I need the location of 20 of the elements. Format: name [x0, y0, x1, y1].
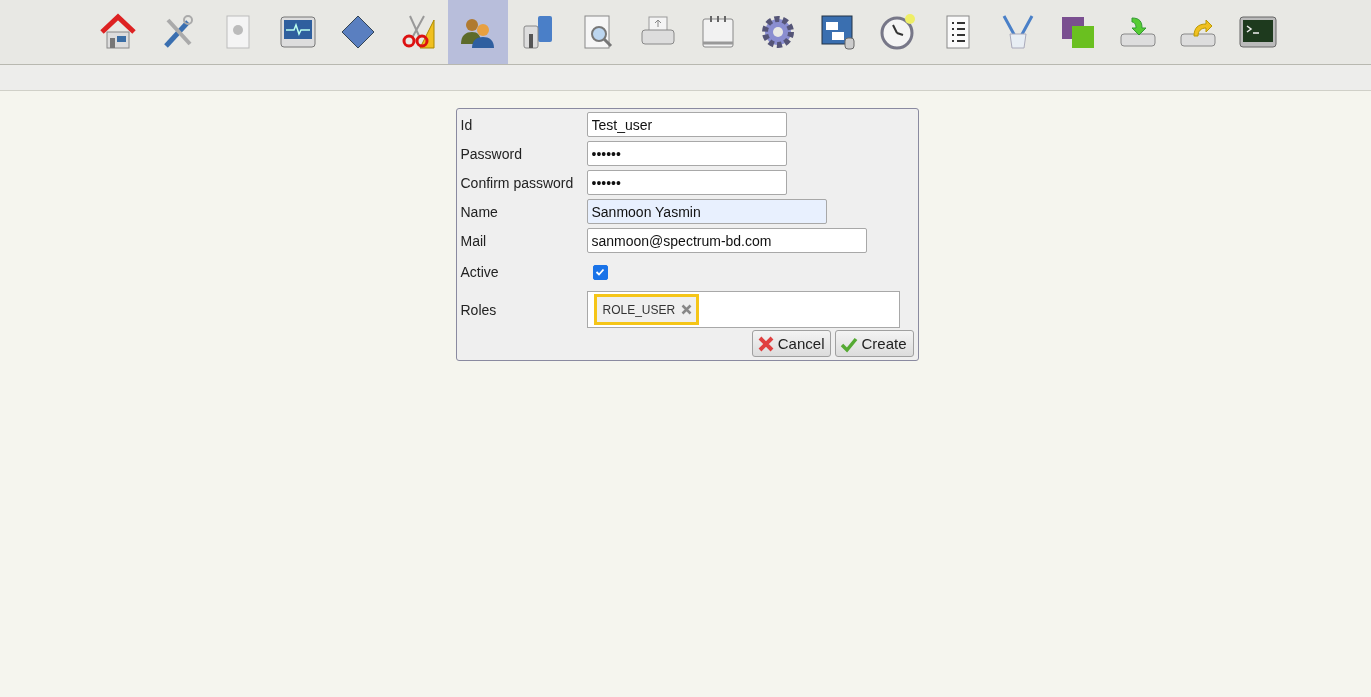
role-tag[interactable]: ROLE_USER — [593, 294, 700, 325]
input-field[interactable]: sanmoon@spectrum-bd.com — [586, 228, 867, 253]
field-label: Roles — [460, 301, 498, 318]
checkbox[interactable] — [592, 264, 608, 280]
input-field[interactable]: Test_user — [586, 112, 787, 137]
field-label: Id — [460, 116, 474, 133]
field-label: Active — [460, 264, 500, 280]
input-field[interactable]: •••••• — [586, 170, 787, 195]
close-icon — [756, 334, 775, 353]
cancel-button[interactable]: Cancel — [751, 330, 832, 357]
input-field[interactable]: •••••• — [586, 141, 787, 166]
field-label: Mail — [460, 232, 488, 249]
field-label: Name — [460, 203, 499, 220]
field-label: Confirm password — [460, 174, 575, 191]
tags-field[interactable]: ROLE_USER — [586, 291, 900, 328]
checkmark-icon — [595, 267, 605, 277]
create-button[interactable]: Create — [835, 330, 914, 357]
remove-icon[interactable] — [681, 304, 693, 315]
field-label: Password — [460, 145, 523, 162]
input-field[interactable]: Sanmoon Yasmin — [586, 199, 827, 224]
